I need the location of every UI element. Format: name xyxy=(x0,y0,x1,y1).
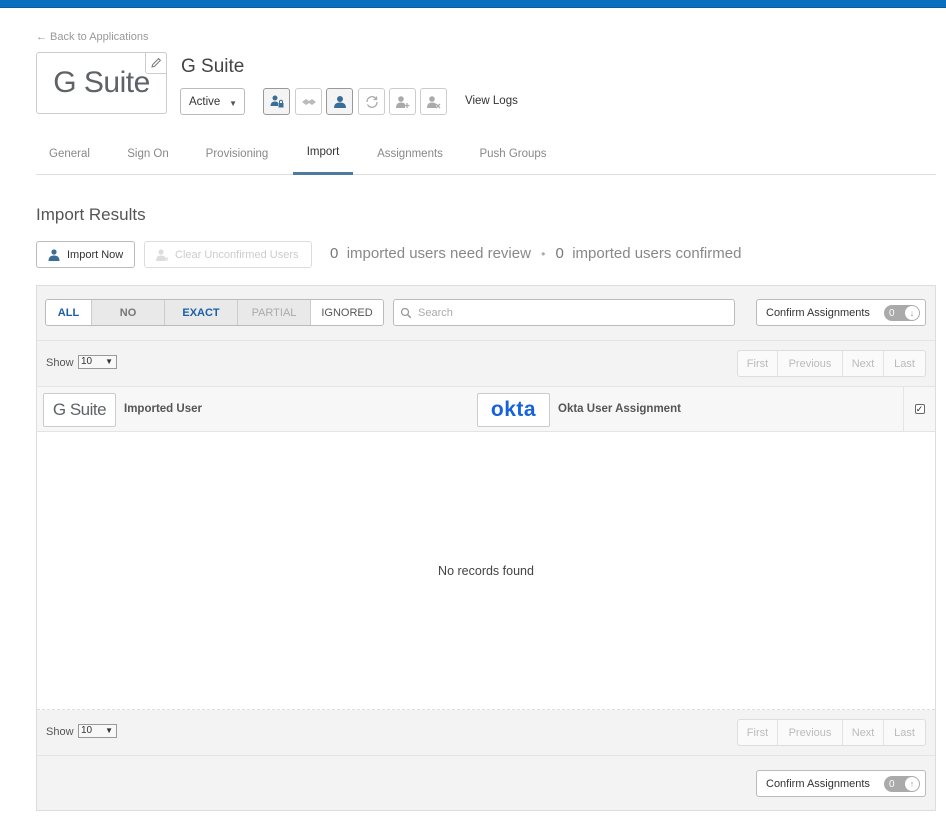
sso-lock-button[interactable] xyxy=(263,88,290,115)
remove-person-icon xyxy=(426,95,440,108)
tab-push-groups[interactable]: Push Groups xyxy=(470,132,556,175)
page-size-select[interactable]: 10 ▼ xyxy=(78,355,117,369)
match-filter-group: ALL NO EXACT PARTIAL IGNORED xyxy=(45,299,384,326)
okta-user-assignment-header: Okta User Assignment xyxy=(558,403,681,415)
refresh-button[interactable] xyxy=(358,88,385,115)
pager-previous[interactable]: Previous xyxy=(778,351,843,376)
tab-assignments[interactable]: Assignments xyxy=(368,132,452,175)
chevron-down-icon: ▼ xyxy=(105,357,113,366)
handshake-button[interactable] xyxy=(295,88,322,115)
remove-person-button[interactable] xyxy=(420,88,447,115)
pager-last[interactable]: Last xyxy=(884,720,925,745)
imported-user-header: Imported User xyxy=(124,403,202,415)
edit-logo-button[interactable] xyxy=(145,52,167,74)
search-input[interactable] xyxy=(418,306,718,319)
pager-bottom: First Previous Next Last xyxy=(737,719,926,746)
review-count: 0 xyxy=(330,245,339,262)
empty-state: No records found xyxy=(37,432,935,710)
review-text: imported users need review xyxy=(346,245,531,262)
add-person-icon xyxy=(395,95,409,108)
gsuite-logo-text: G Suite xyxy=(52,400,107,419)
search-icon xyxy=(400,307,412,318)
handshake-icon xyxy=(301,98,316,105)
confirm-count: 0 xyxy=(889,778,895,790)
pager-next[interactable]: Next xyxy=(843,720,884,745)
confirm-count-toggle: 0 ↓ xyxy=(884,305,920,321)
table-header: G Suite Imported User okta Okta User Ass… xyxy=(37,386,935,432)
chevron-down-icon: ▼ xyxy=(105,726,113,735)
import-user-icon xyxy=(48,248,60,261)
app-title: G Suite xyxy=(181,56,245,77)
page-size-value: 10 xyxy=(81,356,93,367)
import-now-label: Import Now xyxy=(67,248,124,261)
lock-person-icon xyxy=(270,95,283,107)
confirm-count-toggle: 0 ↑ xyxy=(884,776,920,792)
person-icon xyxy=(333,95,346,108)
app-logo: G Suite xyxy=(36,52,167,114)
tab-provisioning[interactable]: Provisioning xyxy=(196,132,278,175)
person-button[interactable] xyxy=(326,88,353,115)
page-size-select[interactable]: 10 ▼ xyxy=(78,724,117,738)
page-size-value: 10 xyxy=(81,725,93,736)
arrow-up-icon: ↑ xyxy=(905,777,919,791)
pencil-icon xyxy=(151,57,162,68)
status-dropdown[interactable]: Active ▼ xyxy=(180,88,245,115)
status-value: Active xyxy=(189,95,221,108)
filter-no[interactable]: NO xyxy=(92,300,165,325)
app-tabs: General Sign On Provisioning Import Assi… xyxy=(36,132,936,175)
pager-first[interactable]: First xyxy=(738,351,778,376)
okta-logo-text: okta xyxy=(490,398,537,421)
confirmed-count: 0 xyxy=(555,245,564,262)
confirm-count: 0 xyxy=(889,307,895,319)
filter-bar: ALL NO EXACT PARTIAL IGNORED Confirm Ass… xyxy=(37,286,935,341)
panel-footer: Confirm Assignments 0 ↑ xyxy=(37,755,935,810)
back-to-applications-link[interactable]: ← Back to Applications xyxy=(36,31,149,43)
import-summary: 0 imported users need review • 0 importe… xyxy=(330,245,741,262)
summary-separator: • xyxy=(541,247,546,261)
show-label: Show xyxy=(46,357,74,369)
tab-sign-on[interactable]: Sign On xyxy=(114,132,182,175)
clear-unconfirmed-label: Clear Unconfirmed Users xyxy=(175,248,299,261)
search-box xyxy=(393,299,735,326)
tab-import[interactable]: Import xyxy=(293,132,353,175)
add-person-button[interactable] xyxy=(389,88,416,115)
arrow-down-icon: ↓ xyxy=(905,306,919,320)
pagination-bar-top: Show 10 ▼ First Previous Next Last xyxy=(37,341,935,386)
pager-previous[interactable]: Previous xyxy=(778,720,843,745)
confirmed-text: imported users confirmed xyxy=(572,245,742,262)
select-all-checkbox[interactable]: ✓ xyxy=(914,404,925,414)
pagination-bar-bottom: Show 10 ▼ First Previous Next Last xyxy=(37,710,935,755)
pager-top: First Previous Next Last xyxy=(737,350,926,377)
pager-last[interactable]: Last xyxy=(884,351,925,376)
app-logo-text: G Suite xyxy=(53,66,150,99)
clear-user-icon xyxy=(156,248,169,261)
filter-all[interactable]: ALL xyxy=(46,300,92,325)
gsuite-logo: G Suite xyxy=(43,393,116,427)
import-now-button[interactable]: Import Now xyxy=(36,241,135,268)
filter-partial[interactable]: PARTIAL xyxy=(238,300,311,325)
confirm-assignments-button-bottom[interactable]: Confirm Assignments 0 ↑ xyxy=(756,770,926,797)
pager-next[interactable]: Next xyxy=(843,351,884,376)
confirm-assignments-label: Confirm Assignments xyxy=(766,306,870,319)
tab-general[interactable]: General xyxy=(36,132,103,175)
top-bar xyxy=(0,0,946,8)
chevron-down-icon: ▼ xyxy=(229,99,237,108)
confirm-assignments-label: Confirm Assignments xyxy=(766,777,870,790)
view-logs-link[interactable]: View Logs xyxy=(465,95,518,107)
import-results-title: Import Results xyxy=(36,205,146,224)
clear-unconfirmed-users-button[interactable]: Clear Unconfirmed Users xyxy=(144,241,312,268)
pager-first[interactable]: First xyxy=(738,720,778,745)
okta-logo: okta xyxy=(477,393,550,427)
filter-exact[interactable]: EXACT xyxy=(165,300,238,325)
refresh-icon xyxy=(365,95,378,108)
filter-ignored[interactable]: IGNORED xyxy=(311,300,383,325)
confirm-assignments-button-top[interactable]: Confirm Assignments 0 ↓ xyxy=(756,299,926,326)
select-all-cell: ✓ xyxy=(903,387,935,431)
import-results-panel: ALL NO EXACT PARTIAL IGNORED Confirm Ass… xyxy=(36,285,936,811)
show-label: Show xyxy=(46,726,74,738)
